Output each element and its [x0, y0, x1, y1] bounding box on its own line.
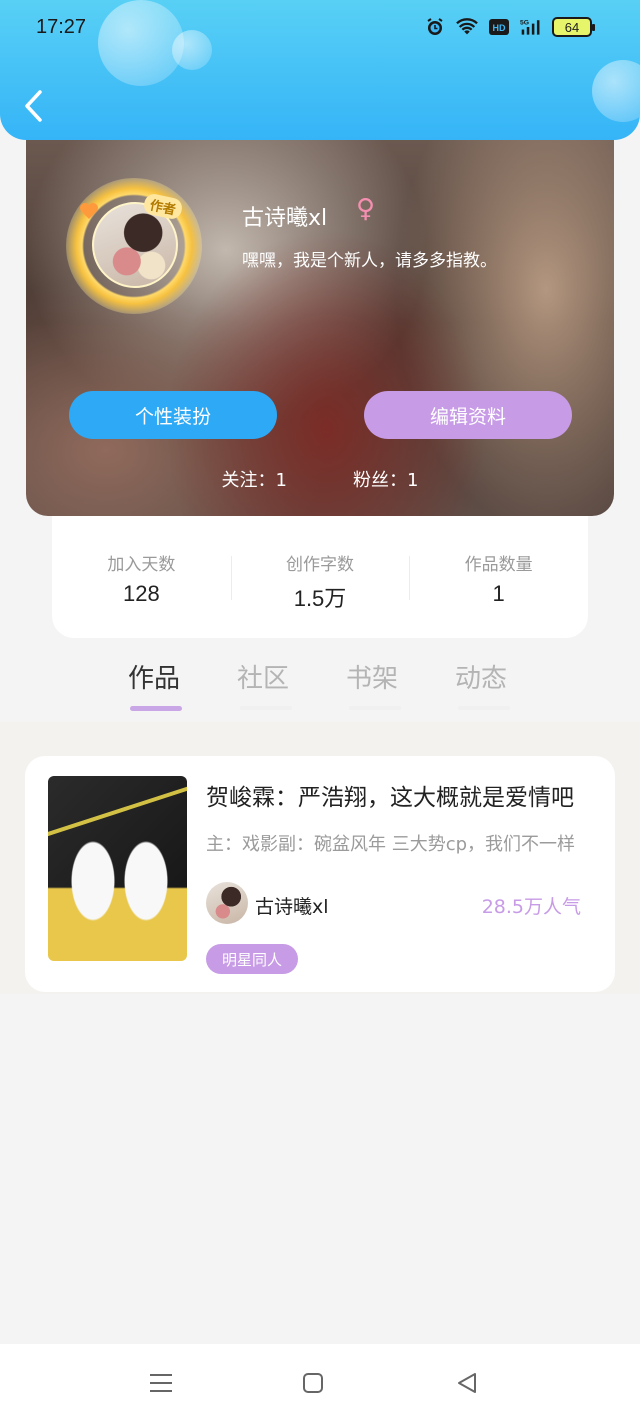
- status-icons: HD 5G 64: [424, 16, 595, 38]
- work-card[interactable]: 贺峻霖：严浩翔，这大概就是爱情吧 主：戏影副：碗盆风年 三大势cp，我们不一样 …: [25, 756, 615, 992]
- wifi-icon: [456, 16, 478, 38]
- back-button[interactable]: [22, 86, 52, 126]
- bubble-decoration: [98, 0, 184, 86]
- top-header: 17:27 HD 5G 64: [0, 0, 640, 140]
- home-square-icon[interactable]: [298, 1368, 328, 1398]
- stat-label: 作品数量: [464, 555, 533, 575]
- stat-value: 1: [492, 581, 505, 606]
- svg-text:HD: HD: [493, 23, 506, 33]
- battery-icon: 64: [552, 17, 595, 37]
- work-author-name: 古诗曦xl: [255, 896, 329, 918]
- menu-icon[interactable]: [146, 1368, 176, 1398]
- bubble-decoration: [172, 30, 212, 70]
- female-icon: ♀: [356, 194, 376, 224]
- hd-icon: HD: [488, 16, 510, 38]
- signal-icon: 5G: [520, 16, 542, 38]
- stat-join-days: 加入天数 128: [52, 516, 231, 638]
- tab-indicator-placeholder: [458, 706, 510, 710]
- stats-panel: 加入天数 128 创作字数 1.5万 作品数量 1: [52, 516, 588, 638]
- tab-works[interactable]: 作品: [128, 658, 180, 695]
- stat-value: 1.5万: [293, 586, 347, 611]
- heart-decoration-icon: [80, 203, 98, 219]
- stat-label: 加入天数: [107, 555, 176, 575]
- profile-bio: 嘿嘿，我是个新人，请多多指教。: [242, 251, 497, 271]
- tab-activity[interactable]: 动态: [455, 658, 507, 695]
- profile-username: 古诗曦xl: [242, 206, 328, 231]
- bubble-decoration: [592, 60, 640, 122]
- stat-value: 128: [122, 581, 160, 606]
- work-description: 主：戏影副：碗盆风年 三大势cp，我们不一样: [206, 834, 576, 855]
- personal-dressup-button[interactable]: 个性装扮: [69, 391, 277, 439]
- system-nav-bar: [0, 1344, 640, 1422]
- work-title[interactable]: 贺峻霖：严浩翔，这大概就是爱情吧: [206, 778, 590, 812]
- stat-label: 创作字数: [286, 555, 354, 575]
- work-cover-image[interactable]: [48, 776, 187, 961]
- active-tab-indicator: [130, 706, 182, 711]
- stat-word-count: 创作字数 1.5万: [230, 516, 410, 638]
- work-author-avatar: [206, 882, 248, 924]
- tab-indicator-placeholder: [240, 706, 292, 710]
- profile-tabs: 作品 社区 书架 动态: [0, 648, 640, 726]
- followers-count[interactable]: 粉丝：1: [353, 466, 418, 492]
- work-popularity: 28.5万人气: [481, 896, 581, 918]
- follow-stats: 关注：1 粉丝：1: [26, 466, 614, 492]
- tab-indicator-placeholder: [349, 706, 401, 710]
- alarm-icon: [424, 16, 446, 38]
- tab-bookshelf[interactable]: 书架: [346, 658, 398, 695]
- edit-profile-button[interactable]: 编辑资料: [364, 391, 572, 439]
- tab-community[interactable]: 社区: [237, 658, 289, 695]
- back-triangle-icon[interactable]: [452, 1368, 482, 1398]
- following-count[interactable]: 关注：1: [222, 466, 287, 492]
- status-time: 17:27: [36, 16, 87, 38]
- profile-card: 作者 古诗曦xl ♀ 嘿嘿，我是个新人，请多多指教。 个性装扮 编辑资料 关注：…: [26, 130, 614, 516]
- work-tag[interactable]: 明星同人: [206, 944, 299, 974]
- chevron-left-icon: [25, 90, 42, 122]
- svg-text:5G: 5G: [520, 19, 529, 26]
- stat-works-count: 作品数量 1: [409, 516, 588, 638]
